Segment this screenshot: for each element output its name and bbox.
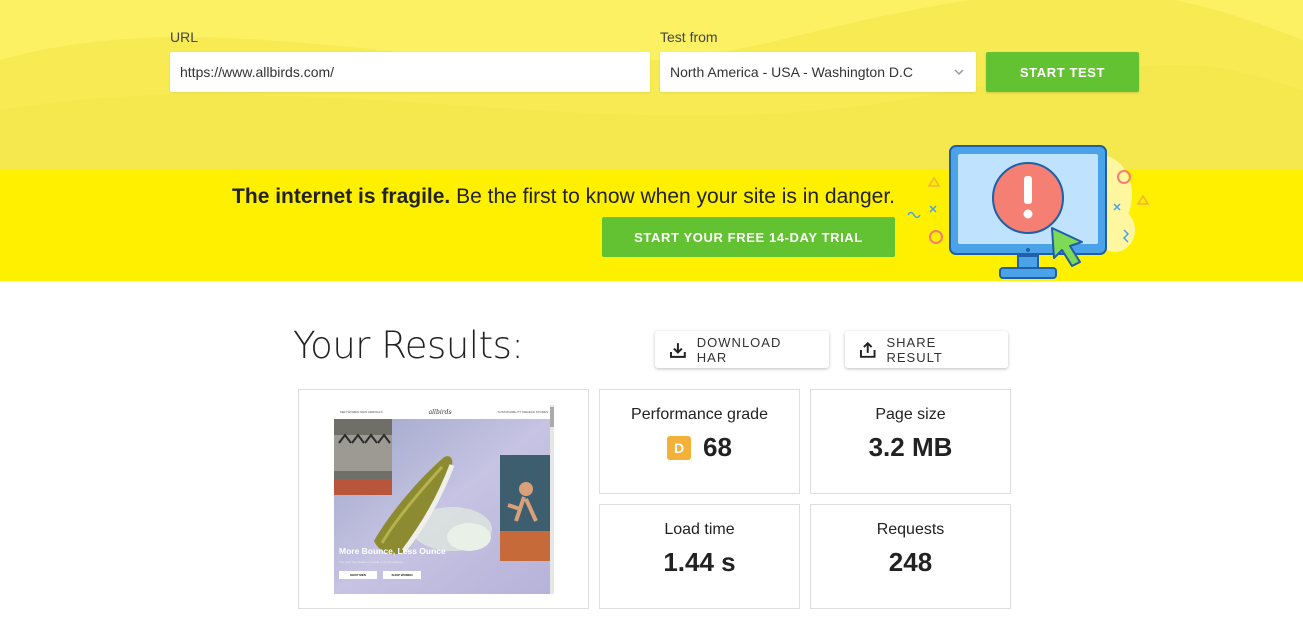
thumb-subtext: The new Tree Dasher is made to go the di… bbox=[339, 560, 404, 564]
test-from-select[interactable]: North America - USA - Washington D.C bbox=[660, 52, 976, 92]
site-screenshot-card: MEN WOMEN NEW ARRIVALS allbirds SUSTAINA… bbox=[298, 389, 589, 609]
thumb-scrollbar bbox=[550, 405, 554, 594]
share-result-label: SHARE RESULT bbox=[886, 334, 943, 365]
start-test-button[interactable]: START TEST bbox=[986, 52, 1139, 92]
test-from-value: North America - USA - Washington D.C bbox=[670, 64, 914, 80]
url-label: URL bbox=[170, 29, 199, 45]
requests-card: Requests 248 bbox=[810, 504, 1011, 609]
download-har-button[interactable]: DOWNLOAD HAR bbox=[655, 331, 829, 368]
thumb-nav-left: MEN WOMEN NEW ARRIVALS bbox=[340, 410, 383, 414]
promo-headline: The internet is fragile. Be the first to… bbox=[232, 185, 895, 209]
share-result-button[interactable]: SHARE RESULT bbox=[845, 331, 1008, 368]
thumb-shop-men-button: SHOP MEN bbox=[339, 571, 377, 579]
performance-grade-card: Performance grade D 68 bbox=[599, 389, 800, 494]
thumb-headline: More Bounce, Less Ounce bbox=[339, 546, 446, 556]
load-time-label: Load time bbox=[664, 521, 735, 538]
chevron-down-icon bbox=[954, 69, 964, 76]
thumb-nav-right: SUSTAINABILITY REREAD STORES bbox=[497, 410, 548, 414]
thumb-nav: MEN WOMEN NEW ARRIVALS allbirds SUSTAINA… bbox=[334, 405, 554, 419]
performance-score: 68 bbox=[703, 432, 732, 462]
download-har-label: DOWNLOAD HAR bbox=[696, 334, 782, 365]
grade-badge: D bbox=[667, 435, 692, 460]
thumb-hero-image bbox=[334, 419, 550, 594]
results-title: Your Results: bbox=[293, 324, 524, 367]
test-from-label: Test from bbox=[660, 29, 718, 45]
load-time-value: 1.44 s bbox=[663, 547, 736, 577]
page-size-card: Page size 3.2 MB bbox=[810, 389, 1011, 494]
download-icon bbox=[669, 342, 686, 358]
share-icon bbox=[859, 341, 876, 358]
performance-grade-value-row: D 68 bbox=[667, 432, 732, 463]
url-input[interactable] bbox=[170, 52, 650, 92]
page-size-value: 3.2 MB bbox=[868, 432, 953, 462]
page-size-label: Page size bbox=[875, 406, 946, 423]
performance-grade-label: Performance grade bbox=[631, 406, 768, 423]
free-trial-button[interactable]: START YOUR FREE 14-DAY TRIAL bbox=[602, 217, 895, 257]
thumb-shop-women-button: SHOP WOMEN bbox=[383, 571, 421, 579]
load-time-card: Load time 1.44 s bbox=[599, 504, 800, 609]
thumb-logo: allbirds bbox=[428, 408, 452, 416]
site-screenshot: MEN WOMEN NEW ARRIVALS allbirds SUSTAINA… bbox=[334, 405, 554, 594]
promo-headline-bold: The internet is fragile. bbox=[232, 185, 451, 208]
alert-monitor-illustration bbox=[907, 145, 1150, 279]
requests-label: Requests bbox=[876, 521, 945, 538]
promo-headline-rest: Be the first to know when your site is i… bbox=[450, 185, 895, 208]
requests-value: 248 bbox=[888, 547, 933, 577]
